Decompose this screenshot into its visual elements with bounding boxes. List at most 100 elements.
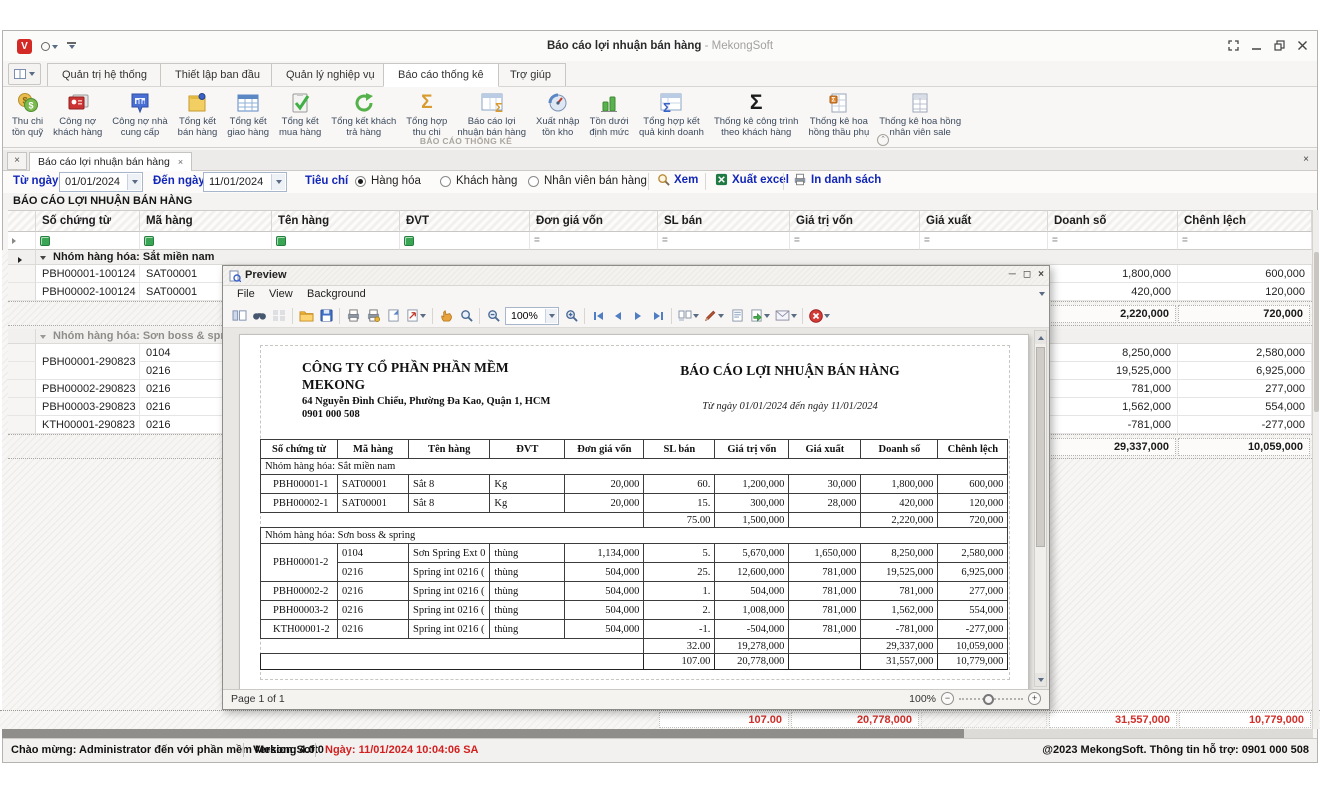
filter-cell[interactable]	[36, 232, 140, 250]
tong-ket-khach-tra-hang-button[interactable]: Tổng kết khách trả hàng	[326, 89, 401, 138]
zoom-combobox[interactable]: 100%	[505, 307, 559, 325]
thong-ke-cong-trinh-theo-khach-hang-button[interactable]: ΣThống kê công trình theo khách hàng	[709, 89, 804, 138]
app-menu-button[interactable]	[8, 63, 41, 85]
cell-chenh-lech[interactable]: -277,000	[1178, 416, 1312, 434]
open-button[interactable]	[296, 306, 316, 326]
filter-cell[interactable]: =	[1178, 232, 1312, 250]
first-page-button[interactable]	[588, 306, 608, 326]
tong-hop-ket-qua-kinh-doanh-button[interactable]: ΣTổng hợp kết quả kinh doanh	[634, 89, 709, 138]
column-header[interactable]: Giá xuất	[920, 210, 1048, 232]
chevron-down-icon[interactable]	[127, 174, 141, 190]
filter-type-icon[interactable]	[404, 236, 414, 246]
chevron-down-icon[interactable]	[545, 309, 557, 323]
filter-cell[interactable]: =	[1048, 232, 1178, 250]
cell-doanh-so[interactable]: -781,000	[1048, 416, 1178, 434]
thong-ke-hoa-hong-nhan-vien-sale-button[interactable]: Thống kê hoa hồng nhân viên sale	[874, 89, 966, 138]
equals-operator-icon[interactable]: =	[794, 235, 800, 246]
cell-doanh-so[interactable]: 19,525,000	[1048, 362, 1178, 380]
tong-ket-ban-hang-button[interactable]: Tổng kết bán hàng	[173, 89, 223, 138]
tab-quan-tri-he-thong[interactable]: Quản trị hệ thống	[47, 63, 162, 87]
filter-cell[interactable]: =	[658, 232, 790, 250]
scale-button[interactable]	[403, 306, 429, 326]
filter-cell[interactable]	[140, 232, 272, 250]
column-header[interactable]: Đơn giá vốn	[530, 210, 658, 232]
tab-bao-cao-thong-ke[interactable]: Báo cáo thống kê	[383, 63, 499, 87]
close-all-tabs-button[interactable]: ×	[7, 152, 27, 170]
cell-so-chung-tu[interactable]: PBH00003-290823	[36, 398, 140, 416]
preview-close-button[interactable]: ×	[1038, 269, 1044, 280]
restore-button[interactable]	[1273, 39, 1286, 52]
cong-no-nha-cung-cap-button[interactable]: Công nợ nhà cung cấp	[107, 89, 172, 138]
from-date-combobox[interactable]: 01/01/2024	[59, 172, 143, 192]
preview-vertical-scrollbar[interactable]	[1034, 330, 1047, 687]
close-button[interactable]	[1296, 39, 1309, 52]
thu-chi-ton-quy-button[interactable]: $$Thu chi tồn quỹ	[7, 89, 48, 138]
page-setup-button[interactable]	[383, 306, 403, 326]
ton-duoi-dinh-muc-button[interactable]: Tồn dưới định mức	[584, 89, 634, 138]
tong-ket-giao-hang-button[interactable]: Tổng kết giao hàng	[222, 89, 274, 138]
column-header[interactable]: ĐVT	[400, 210, 530, 232]
filter-cell[interactable]: =	[790, 232, 920, 250]
radio-hang-hoa[interactable]	[355, 176, 366, 187]
cell-so-chung-tu[interactable]: PBH00001-290823	[36, 344, 140, 380]
radio-hang-hoa-label[interactable]: Hàng hóa	[371, 175, 421, 187]
equals-operator-icon[interactable]: =	[662, 235, 668, 246]
zoom-in-icon[interactable]: +	[1028, 692, 1041, 705]
preview-title-bar[interactable]: Preview ─ ◻ ×	[223, 266, 1049, 286]
xuat-nhap-ton-kho-button[interactable]: Xuất nhập tồn kho	[531, 89, 584, 138]
column-header[interactable]: Chênh lệch	[1178, 210, 1312, 232]
document-tab-active[interactable]: Báo cáo lợi nhuận bán hàng×	[29, 152, 192, 171]
column-header[interactable]: Mã hàng	[140, 210, 272, 232]
radio-khach-hang[interactable]	[440, 176, 451, 187]
zoom-slider-thumb[interactable]	[983, 694, 994, 705]
grid-filter-row[interactable]: ======	[0, 232, 1320, 250]
cell-chenh-lech[interactable]: 120,000	[1178, 283, 1312, 301]
tab-tro-giup[interactable]: Trợ giúp	[495, 63, 566, 87]
document-map-button[interactable]	[229, 306, 249, 326]
cell-chenh-lech[interactable]: 277,000	[1178, 380, 1312, 398]
thumbnails-button[interactable]	[269, 306, 289, 326]
radio-nhan-vien-ban-hang-label[interactable]: Nhân viên bán hàng	[544, 175, 647, 187]
cell-so-chung-tu[interactable]: PBH00002-290823	[36, 380, 140, 398]
multiple-pages-button[interactable]	[675, 306, 701, 326]
vscroll-thumb[interactable]	[1314, 252, 1319, 412]
cell-doanh-so[interactable]: 420,000	[1048, 283, 1178, 301]
filter-type-icon[interactable]	[144, 236, 154, 246]
page-background-button[interactable]	[727, 306, 747, 326]
watermark-button[interactable]	[701, 306, 727, 326]
radio-khach-hang-label[interactable]: Khách hàng	[456, 175, 517, 187]
send-email-button[interactable]	[773, 306, 799, 326]
hscroll-thumb[interactable]	[2, 729, 964, 738]
menu-background[interactable]: Background	[307, 288, 366, 300]
filter-cell[interactable]: =	[530, 232, 658, 250]
menu-view[interactable]: View	[269, 288, 293, 300]
filter-cell[interactable]: =	[920, 232, 1048, 250]
equals-operator-icon[interactable]: =	[534, 235, 540, 246]
to-date-combobox[interactable]: 11/01/2024	[203, 172, 287, 192]
next-page-button[interactable]	[628, 306, 648, 326]
thong-ke-hoa-hong-thau-phu-button[interactable]: ΣThống kê hoa hồng thầu phụ	[803, 89, 874, 138]
preview-minimize-button[interactable]: ─	[1009, 269, 1016, 280]
equals-operator-icon[interactable]: =	[924, 235, 930, 246]
magnifier-button[interactable]	[456, 306, 476, 326]
scroll-down-icon[interactable]	[1035, 673, 1046, 686]
tong-ket-mua-hang-button[interactable]: Tổng kết mua hàng	[274, 89, 326, 138]
column-header[interactable]: Số chứng từ	[36, 210, 140, 232]
previous-page-button[interactable]	[608, 306, 628, 326]
tab-quan-ly-nghiep-vu[interactable]: Quản lý nghiệp vụ	[271, 63, 390, 87]
print-button[interactable]	[343, 306, 363, 326]
column-header[interactable]: Giá trị vốn	[790, 210, 920, 232]
grid-group-row[interactable]: Nhóm hàng hóa: Sắt miền nam	[8, 250, 1312, 265]
cell-so-chung-tu[interactable]: KTH00001-290823	[36, 416, 140, 434]
fullscreen-button[interactable]	[1227, 39, 1240, 52]
cong-no-khach-hang-button[interactable]: Công nợ khách hàng	[48, 89, 107, 138]
zoom-slider[interactable]	[959, 698, 1023, 700]
cell-doanh-so[interactable]: 8,250,000	[1048, 344, 1178, 362]
radio-nhan-vien-ban-hang[interactable]	[528, 176, 539, 187]
minimize-button[interactable]	[1250, 39, 1263, 52]
chevron-down-icon[interactable]	[1039, 292, 1045, 296]
cell-chenh-lech[interactable]: 6,925,000	[1178, 362, 1312, 380]
export-excel-button[interactable]: Xuất excel	[715, 173, 789, 186]
cell-doanh-so[interactable]: 1,562,000	[1048, 398, 1178, 416]
zoom-out-icon[interactable]: −	[941, 692, 954, 705]
